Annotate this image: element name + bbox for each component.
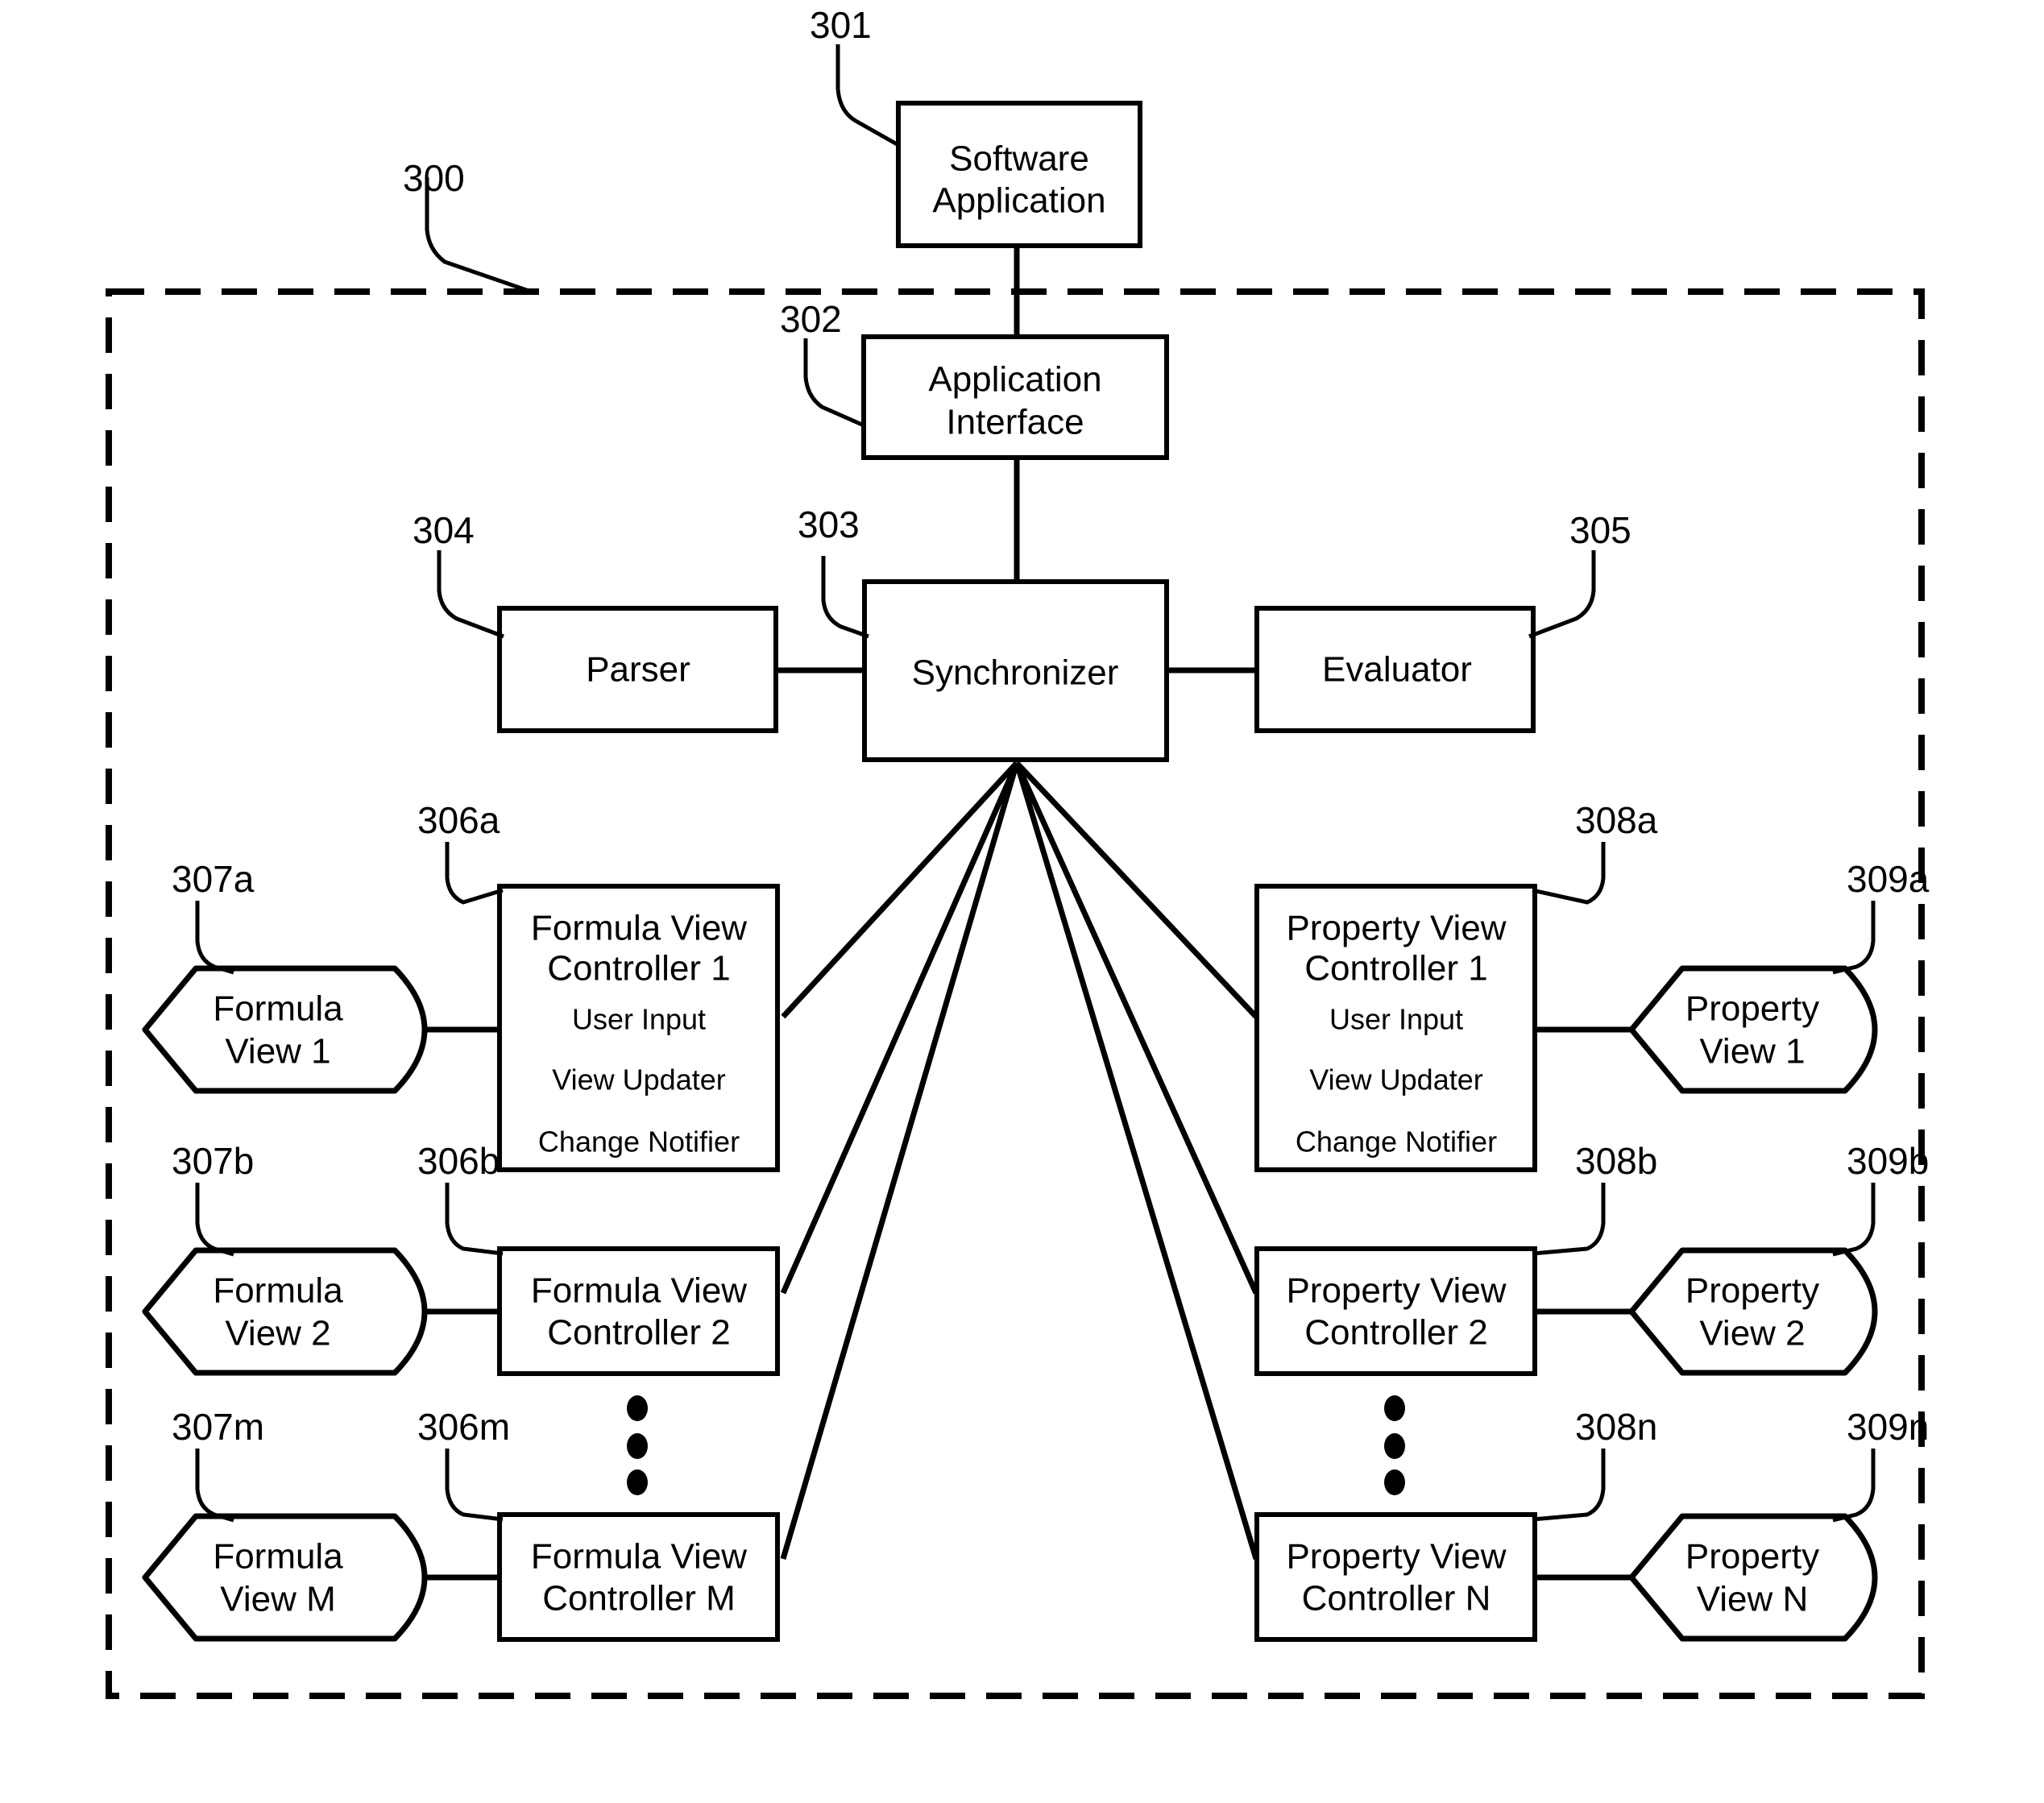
- property-view-n-label-line2: View N: [1697, 1580, 1809, 1619]
- ref-label-307a: 307a: [172, 858, 255, 900]
- leader-line-306b: [445, 1183, 504, 1256]
- formula-view-m-label-line1: Formula: [213, 1537, 343, 1577]
- fan-line-formula-controller-2: [780, 761, 1020, 1295]
- synchronizer-label: Synchronizer: [912, 653, 1119, 693]
- property-view-2-label-line2: View 2: [1699, 1314, 1805, 1353]
- application-interface-label-line2: Interface: [946, 403, 1084, 442]
- formula-view-controller-1-label-line2: Controller 1: [547, 949, 730, 989]
- formula-view-controller-2-label-line1: Formula View: [531, 1271, 747, 1311]
- property-view-2-label-line1: Property: [1685, 1271, 1819, 1311]
- ellipsis-dot-right-2: [1384, 1433, 1405, 1459]
- property-controller-1-user-input: User Input: [1329, 1003, 1463, 1036]
- ref-label-305: 305: [1569, 509, 1631, 551]
- ellipsis-dot-left-1: [627, 1395, 648, 1421]
- leader-line-304: [437, 550, 504, 639]
- ellipsis-dot-left-3: [627, 1469, 648, 1495]
- ref-label-306b: 306b: [417, 1140, 500, 1182]
- ellipsis-dot-left-2: [627, 1433, 648, 1459]
- ref-label-308n: 308n: [1575, 1406, 1657, 1448]
- leader-line-306a: [445, 842, 504, 905]
- property-view-1-label-line1: Property: [1685, 989, 1819, 1029]
- shape-property-view-n[interactable]: [1628, 1513, 1878, 1642]
- property-controller-1-view-updater: View Updater: [1309, 1063, 1482, 1096]
- shape-formula-view-1[interactable]: [142, 965, 428, 1094]
- formula-view-controller-m-label-line2: Controller M: [542, 1579, 736, 1619]
- leader-line-301: [835, 44, 900, 147]
- property-view-n-label-line1: Property: [1685, 1537, 1819, 1577]
- formula-view-1-label-line1: Formula: [213, 989, 343, 1029]
- formula-view-controller-1-label-line1: Formula View: [531, 909, 747, 948]
- ellipsis-dot-right-3: [1384, 1469, 1405, 1495]
- ellipsis-dot-right-1: [1384, 1395, 1405, 1421]
- ref-label-304: 304: [413, 509, 475, 551]
- property-view-controller-1-label-line1: Property View: [1286, 909, 1506, 948]
- property-view-controller-2-label-line2: Controller 2: [1304, 1313, 1487, 1353]
- leader-line-305: [1528, 550, 1596, 639]
- software-application-label-line1: Software: [949, 139, 1089, 179]
- property-controller-1-change-notifier: Change Notifier: [1296, 1125, 1497, 1158]
- shape-property-view-1[interactable]: [1628, 965, 1878, 1094]
- parser-label: Parser: [586, 650, 690, 690]
- leader-line-308n: [1532, 1449, 1606, 1522]
- figure-canvas: Software Application 301 300 Application…: [0, 0, 2044, 1803]
- leader-line-307m: [195, 1449, 234, 1523]
- leader-line-308b: [1532, 1183, 1606, 1256]
- box-property-view-controller-n[interactable]: [1254, 1512, 1537, 1642]
- ref-label-307m: 307m: [172, 1406, 264, 1448]
- patent-diagram: Software Application 301 300 Application…: [106, 4, 1930, 1699]
- box-property-view-controller-2[interactable]: [1254, 1246, 1537, 1376]
- fan-line-formula-controller-m: [780, 762, 1020, 1560]
- fan-line-property-controller-n: [1014, 761, 1259, 1561]
- ref-label-307b: 307b: [172, 1140, 254, 1182]
- formula-view-2-label-line2: View 2: [225, 1314, 330, 1353]
- leader-line-309a: [1832, 901, 1876, 975]
- ref-label-306a: 306a: [417, 799, 500, 841]
- formula-view-m-label-line2: View M: [220, 1580, 335, 1619]
- ref-label-303: 303: [798, 504, 860, 545]
- box-formula-view-controller-2[interactable]: [497, 1246, 780, 1376]
- application-interface-label-line1: Application: [928, 360, 1101, 400]
- ref-label-308b: 308b: [1575, 1140, 1657, 1182]
- property-view-controller-n-label-line2: Controller N: [1302, 1579, 1491, 1619]
- property-view-1-label-line2: View 1: [1699, 1032, 1805, 1071]
- leader-line-303: [821, 556, 869, 639]
- ref-label-309b: 309b: [1847, 1140, 1929, 1182]
- leader-line-302: [803, 338, 865, 428]
- ref-label-309n: 309n: [1847, 1406, 1929, 1448]
- formula-controller-1-user-input: User Input: [572, 1003, 706, 1036]
- fan-line-property-controller-2: [1014, 761, 1259, 1295]
- property-view-controller-1-label-line2: Controller 1: [1304, 949, 1487, 989]
- software-application-label-line2: Application: [932, 181, 1105, 221]
- box-formula-view-controller-m[interactable]: [497, 1512, 780, 1642]
- ref-label-306m: 306m: [417, 1406, 510, 1448]
- formula-view-controller-2-label-line2: Controller 2: [547, 1313, 730, 1353]
- formula-view-1-label-line2: View 1: [225, 1032, 330, 1071]
- leader-line-306m: [445, 1449, 504, 1522]
- evaluator-label: Evaluator: [1322, 650, 1472, 690]
- leader-line-308a: [1532, 842, 1606, 905]
- leader-line-309b: [1832, 1183, 1876, 1257]
- ref-label-308a: 308a: [1575, 799, 1658, 841]
- shape-formula-view-2[interactable]: [142, 1247, 428, 1376]
- ref-label-309a: 309a: [1847, 858, 1930, 900]
- formula-controller-1-change-notifier: Change Notifier: [538, 1125, 740, 1158]
- property-view-controller-n-label-line1: Property View: [1286, 1537, 1506, 1577]
- shape-formula-view-m[interactable]: [142, 1513, 428, 1642]
- formula-controller-1-view-updater: View Updater: [552, 1063, 725, 1096]
- property-view-controller-2-label-line1: Property View: [1286, 1271, 1506, 1311]
- leader-line-307b: [195, 1183, 234, 1257]
- ref-label-300: 300: [403, 157, 465, 199]
- leader-line-309n: [1832, 1449, 1876, 1523]
- ref-label-301: 301: [810, 4, 872, 46]
- leader-line-307a: [195, 901, 234, 975]
- formula-view-2-label-line1: Formula: [213, 1271, 343, 1311]
- shape-property-view-2[interactable]: [1628, 1247, 1878, 1376]
- ref-label-302: 302: [780, 298, 842, 340]
- formula-view-controller-m-label-line1: Formula View: [531, 1537, 747, 1577]
